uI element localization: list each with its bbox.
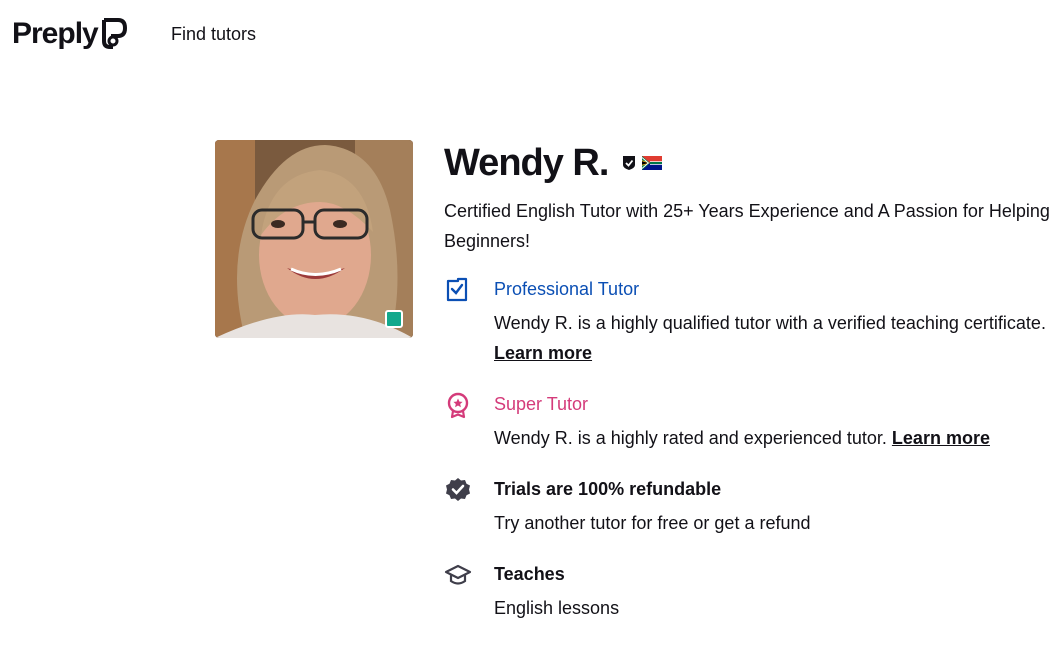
tutor-headline: Certified English Tutor with 25+ Years E… (444, 201, 1050, 251)
award-star-icon (444, 391, 472, 419)
online-status-badge (385, 310, 403, 328)
verified-badge-icon[interactable] (622, 155, 636, 171)
professional-tutor-title[interactable]: Professional Tutor (494, 274, 639, 304)
graduation-cap-icon (444, 561, 472, 589)
tutor-info: Wendy R. Certified English Tutor with 25… (444, 140, 1054, 256)
refundable-title: Trials are 100% refundable (494, 479, 722, 499)
professional-tutor-desc-text: Wendy R. is a highly qualified tutor wit… (494, 313, 1046, 333)
avatar-photo (215, 140, 413, 338)
south-africa-flag-icon (642, 156, 663, 170)
name-row: Wendy R. (444, 140, 1054, 186)
professional-learn-more-link[interactable]: Learn more (494, 343, 592, 363)
tutor-name: Wendy R. (444, 141, 609, 184)
super-tutor-desc-text: Wendy R. is a highly rated and experienc… (494, 428, 887, 448)
refundable-desc: Try another tutor for free or get a refu… (494, 513, 811, 533)
shield-check-icon (444, 476, 472, 504)
professional-tutor-desc: Wendy R. is a highly qualified tutor wit… (494, 308, 1054, 368)
preply-logo-icon (100, 17, 128, 51)
nav-find-tutors[interactable]: Find tutors (171, 24, 256, 45)
super-tutor-title[interactable]: Super Tutor (494, 389, 588, 419)
super-learn-more-link[interactable]: Learn more (892, 428, 990, 448)
tutor-avatar[interactable] (215, 140, 413, 338)
super-tutor-desc: Wendy R. is a highly rated and experienc… (494, 423, 1058, 453)
teaches-title: Teaches (494, 564, 565, 584)
header: Preply (12, 12, 128, 56)
logo-text: Preply (12, 17, 99, 50)
teaches-desc: English lessons (494, 598, 620, 618)
certificate-check-icon (444, 276, 472, 304)
preply-logo[interactable]: Preply (12, 17, 128, 51)
